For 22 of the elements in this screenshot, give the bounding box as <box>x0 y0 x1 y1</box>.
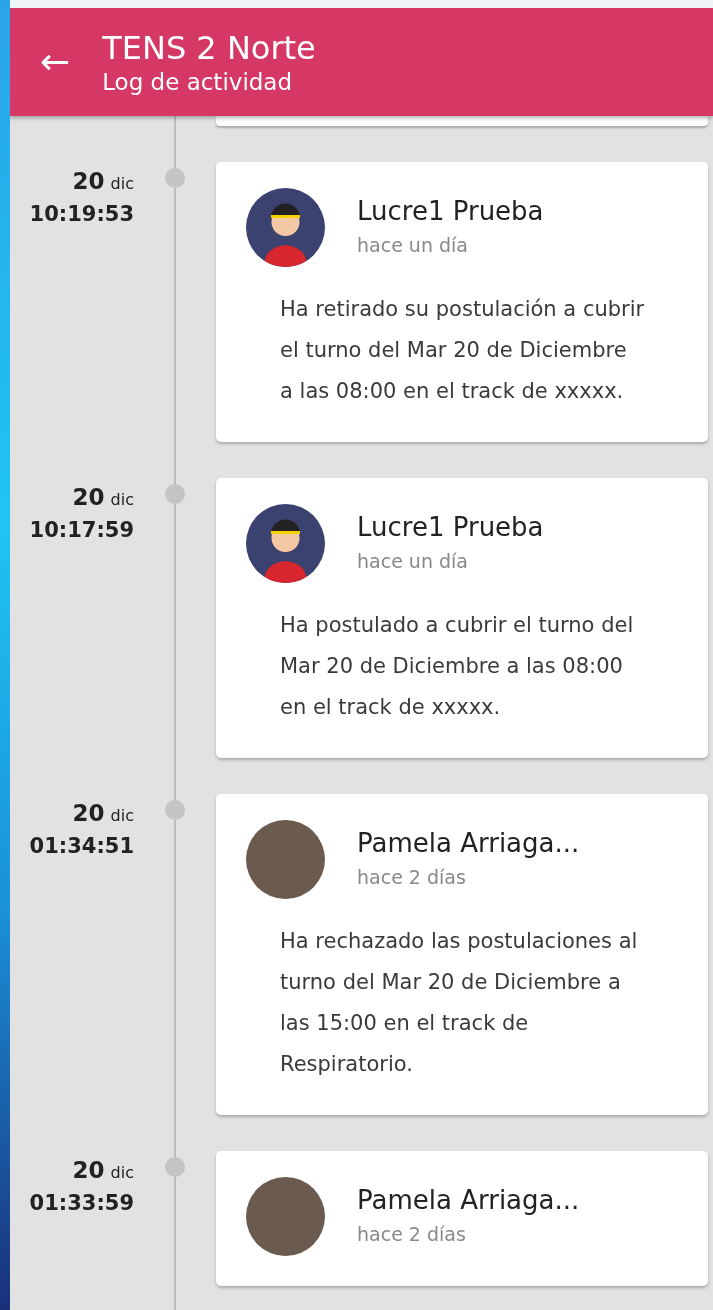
activity-message: Ha rechazado las postulaciones al turno del Mar 20 de Diciembre a las 15:00 en el track de Respiratorio. <box>280 928 639 1078</box>
activity-message: Ha postulado a cubrir el turno del Mar 20 de Diciembre a las 08:00 en el track de xxxxx. <box>280 612 635 721</box>
header-title: TENS 2 Norte <box>102 29 316 67</box>
user-name: Lucre1 Prueba <box>357 512 544 542</box>
user-name: Lucre1 Prueba <box>357 196 544 226</box>
entry-time: 10:17:59 <box>29 518 134 542</box>
entry-time: 01:34:51 <box>29 834 134 858</box>
entry-time: 10:19:53 <box>29 202 134 226</box>
entry-time: 01:33:59 <box>29 1191 134 1215</box>
time-ago: hace 2 días <box>357 1223 467 1245</box>
time-ago: hace un día <box>357 234 469 256</box>
header-subtitle: Log de actividad <box>102 69 294 95</box>
back-button[interactable]: ← <box>40 44 71 80</box>
entry-date: 20 dic <box>72 1157 134 1183</box>
time-ago: hace 2 días <box>357 866 467 888</box>
activity-message: Ha retirado su postulación a cubrir el turno del Mar 20 de Diciembre a las 08:00 en el track de xxxxx. <box>280 296 646 405</box>
entry-date: 20 dic <box>72 484 134 510</box>
entry-date: 20 dic <box>72 800 134 826</box>
time-ago: hace un día <box>357 550 469 572</box>
entry-date: 20 dic <box>72 168 134 194</box>
user-name: Pamela Arriaga... <box>357 1185 580 1215</box>
user-name: Pamela Arriaga... <box>357 828 580 858</box>
